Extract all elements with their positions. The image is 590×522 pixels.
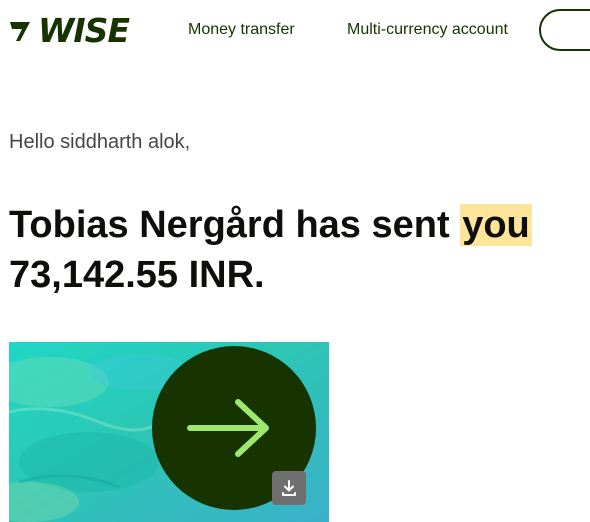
nav-pill-button[interactable]: [539, 9, 590, 51]
wise-flag-icon: [10, 22, 30, 41]
headline-amount: 73,142.55 INR.: [9, 254, 265, 296]
headline-sender: Tobias Nergård has sent: [9, 204, 461, 246]
headline-highlight: you: [460, 204, 532, 246]
headline-line-1: Tobias Nergård has sent you: [9, 200, 589, 250]
nav-multi-currency-account[interactable]: Multi-currency account: [347, 21, 508, 39]
wise-logo[interactable]: WISE: [8, 10, 130, 50]
arrow-right-icon: [187, 399, 269, 457]
logo-wordmark: WISE: [38, 10, 130, 50]
download-button[interactable]: [272, 471, 306, 505]
site-header: WISE Money transfer Multi-currency accou…: [0, 0, 590, 62]
greeting-text: Hello siddharth alok,: [9, 131, 191, 153]
download-icon: [282, 480, 296, 496]
transfer-headline: Tobias Nergård has sent you 73,142.55 IN…: [9, 200, 589, 300]
nav-money-transfer[interactable]: Money transfer: [188, 21, 295, 39]
